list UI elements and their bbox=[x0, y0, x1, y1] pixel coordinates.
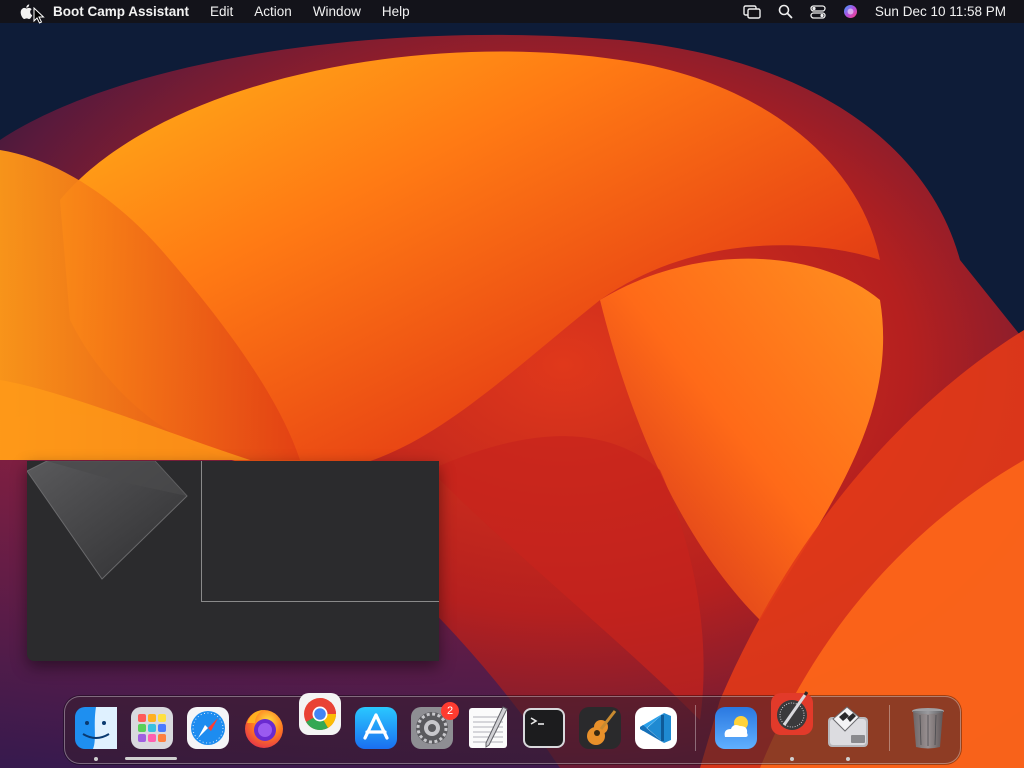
dock-instruments[interactable] bbox=[769, 691, 815, 737]
dock-firefox[interactable] bbox=[241, 705, 287, 751]
finder-icon bbox=[75, 707, 117, 749]
weather-icon bbox=[715, 707, 757, 749]
dock-separator bbox=[695, 705, 696, 751]
dock-trash[interactable] bbox=[905, 705, 951, 751]
system-settings-badge: 2 bbox=[441, 702, 459, 720]
safari-icon bbox=[187, 707, 229, 749]
window-content-frame bbox=[201, 461, 439, 602]
instruments-icon bbox=[771, 691, 813, 735]
menu-edit[interactable]: Edit bbox=[210, 4, 233, 19]
dock-terminal[interactable] bbox=[521, 705, 567, 751]
mouse-pointer-icon bbox=[33, 7, 45, 24]
menu-action[interactable]: Action bbox=[254, 4, 292, 19]
terminal-icon bbox=[523, 708, 565, 748]
dock-finder[interactable] bbox=[73, 705, 119, 751]
firefox-icon bbox=[245, 710, 283, 748]
window-preview[interactable] bbox=[27, 461, 439, 661]
screen-mirroring-icon[interactable] bbox=[743, 4, 761, 19]
dock-app-store[interactable] bbox=[353, 705, 399, 751]
boot-camp-window-graphic bbox=[27, 461, 188, 580]
dock-safari[interactable] bbox=[185, 705, 231, 751]
garageband-icon bbox=[579, 707, 621, 749]
dock-scroll-indicator bbox=[125, 757, 177, 760]
launchpad-icon bbox=[131, 707, 173, 749]
spotlight-search-icon[interactable] bbox=[778, 4, 793, 19]
dock-garageband[interactable] bbox=[577, 705, 623, 751]
menu-bar-clock[interactable]: Sun Dec 10 11:58 PM bbox=[875, 4, 1006, 19]
menu-help[interactable]: Help bbox=[382, 4, 410, 19]
textedit-icon bbox=[469, 706, 508, 748]
boot-camp-running-indicator bbox=[846, 757, 850, 761]
dock-launchpad[interactable] bbox=[129, 705, 175, 751]
dock-chrome[interactable] bbox=[297, 691, 343, 737]
dock-weather[interactable] bbox=[713, 705, 759, 751]
chrome-icon bbox=[299, 693, 341, 735]
app-store-icon bbox=[355, 707, 397, 749]
dock-vscode[interactable] bbox=[633, 705, 679, 751]
siri-icon[interactable] bbox=[843, 4, 858, 19]
trash-icon bbox=[912, 708, 944, 749]
dock-separator-trash bbox=[889, 705, 890, 751]
menu-app-name[interactable]: Boot Camp Assistant bbox=[53, 4, 189, 19]
menu-bar: Boot Camp Assistant Edit Action Window H… bbox=[0, 0, 1024, 24]
dock-boot-camp[interactable] bbox=[825, 705, 871, 751]
control-center-icon[interactable] bbox=[810, 4, 826, 19]
boot-camp-icon bbox=[828, 706, 868, 747]
finder-running-indicator bbox=[94, 757, 98, 761]
dock-textedit[interactable] bbox=[465, 705, 511, 751]
instruments-running-indicator bbox=[790, 757, 794, 761]
menu-window[interactable]: Window bbox=[313, 4, 361, 19]
vscode-icon bbox=[635, 707, 677, 749]
